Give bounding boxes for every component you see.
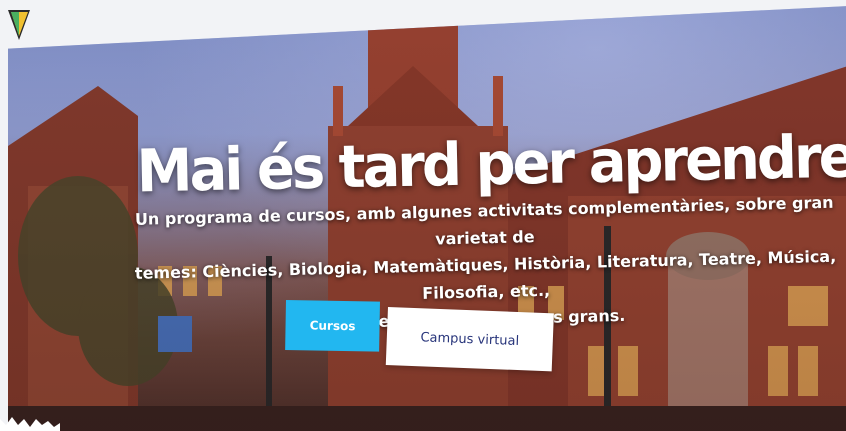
torn-paper-edge [0, 417, 60, 431]
triangle-logo-icon[interactable] [8, 8, 32, 42]
courses-button[interactable]: Cursos [285, 300, 380, 352]
campus-virtual-button[interactable]: Campus virtual [385, 307, 554, 372]
page: Mai és tard per aprendre Un programa de … [0, 0, 846, 431]
